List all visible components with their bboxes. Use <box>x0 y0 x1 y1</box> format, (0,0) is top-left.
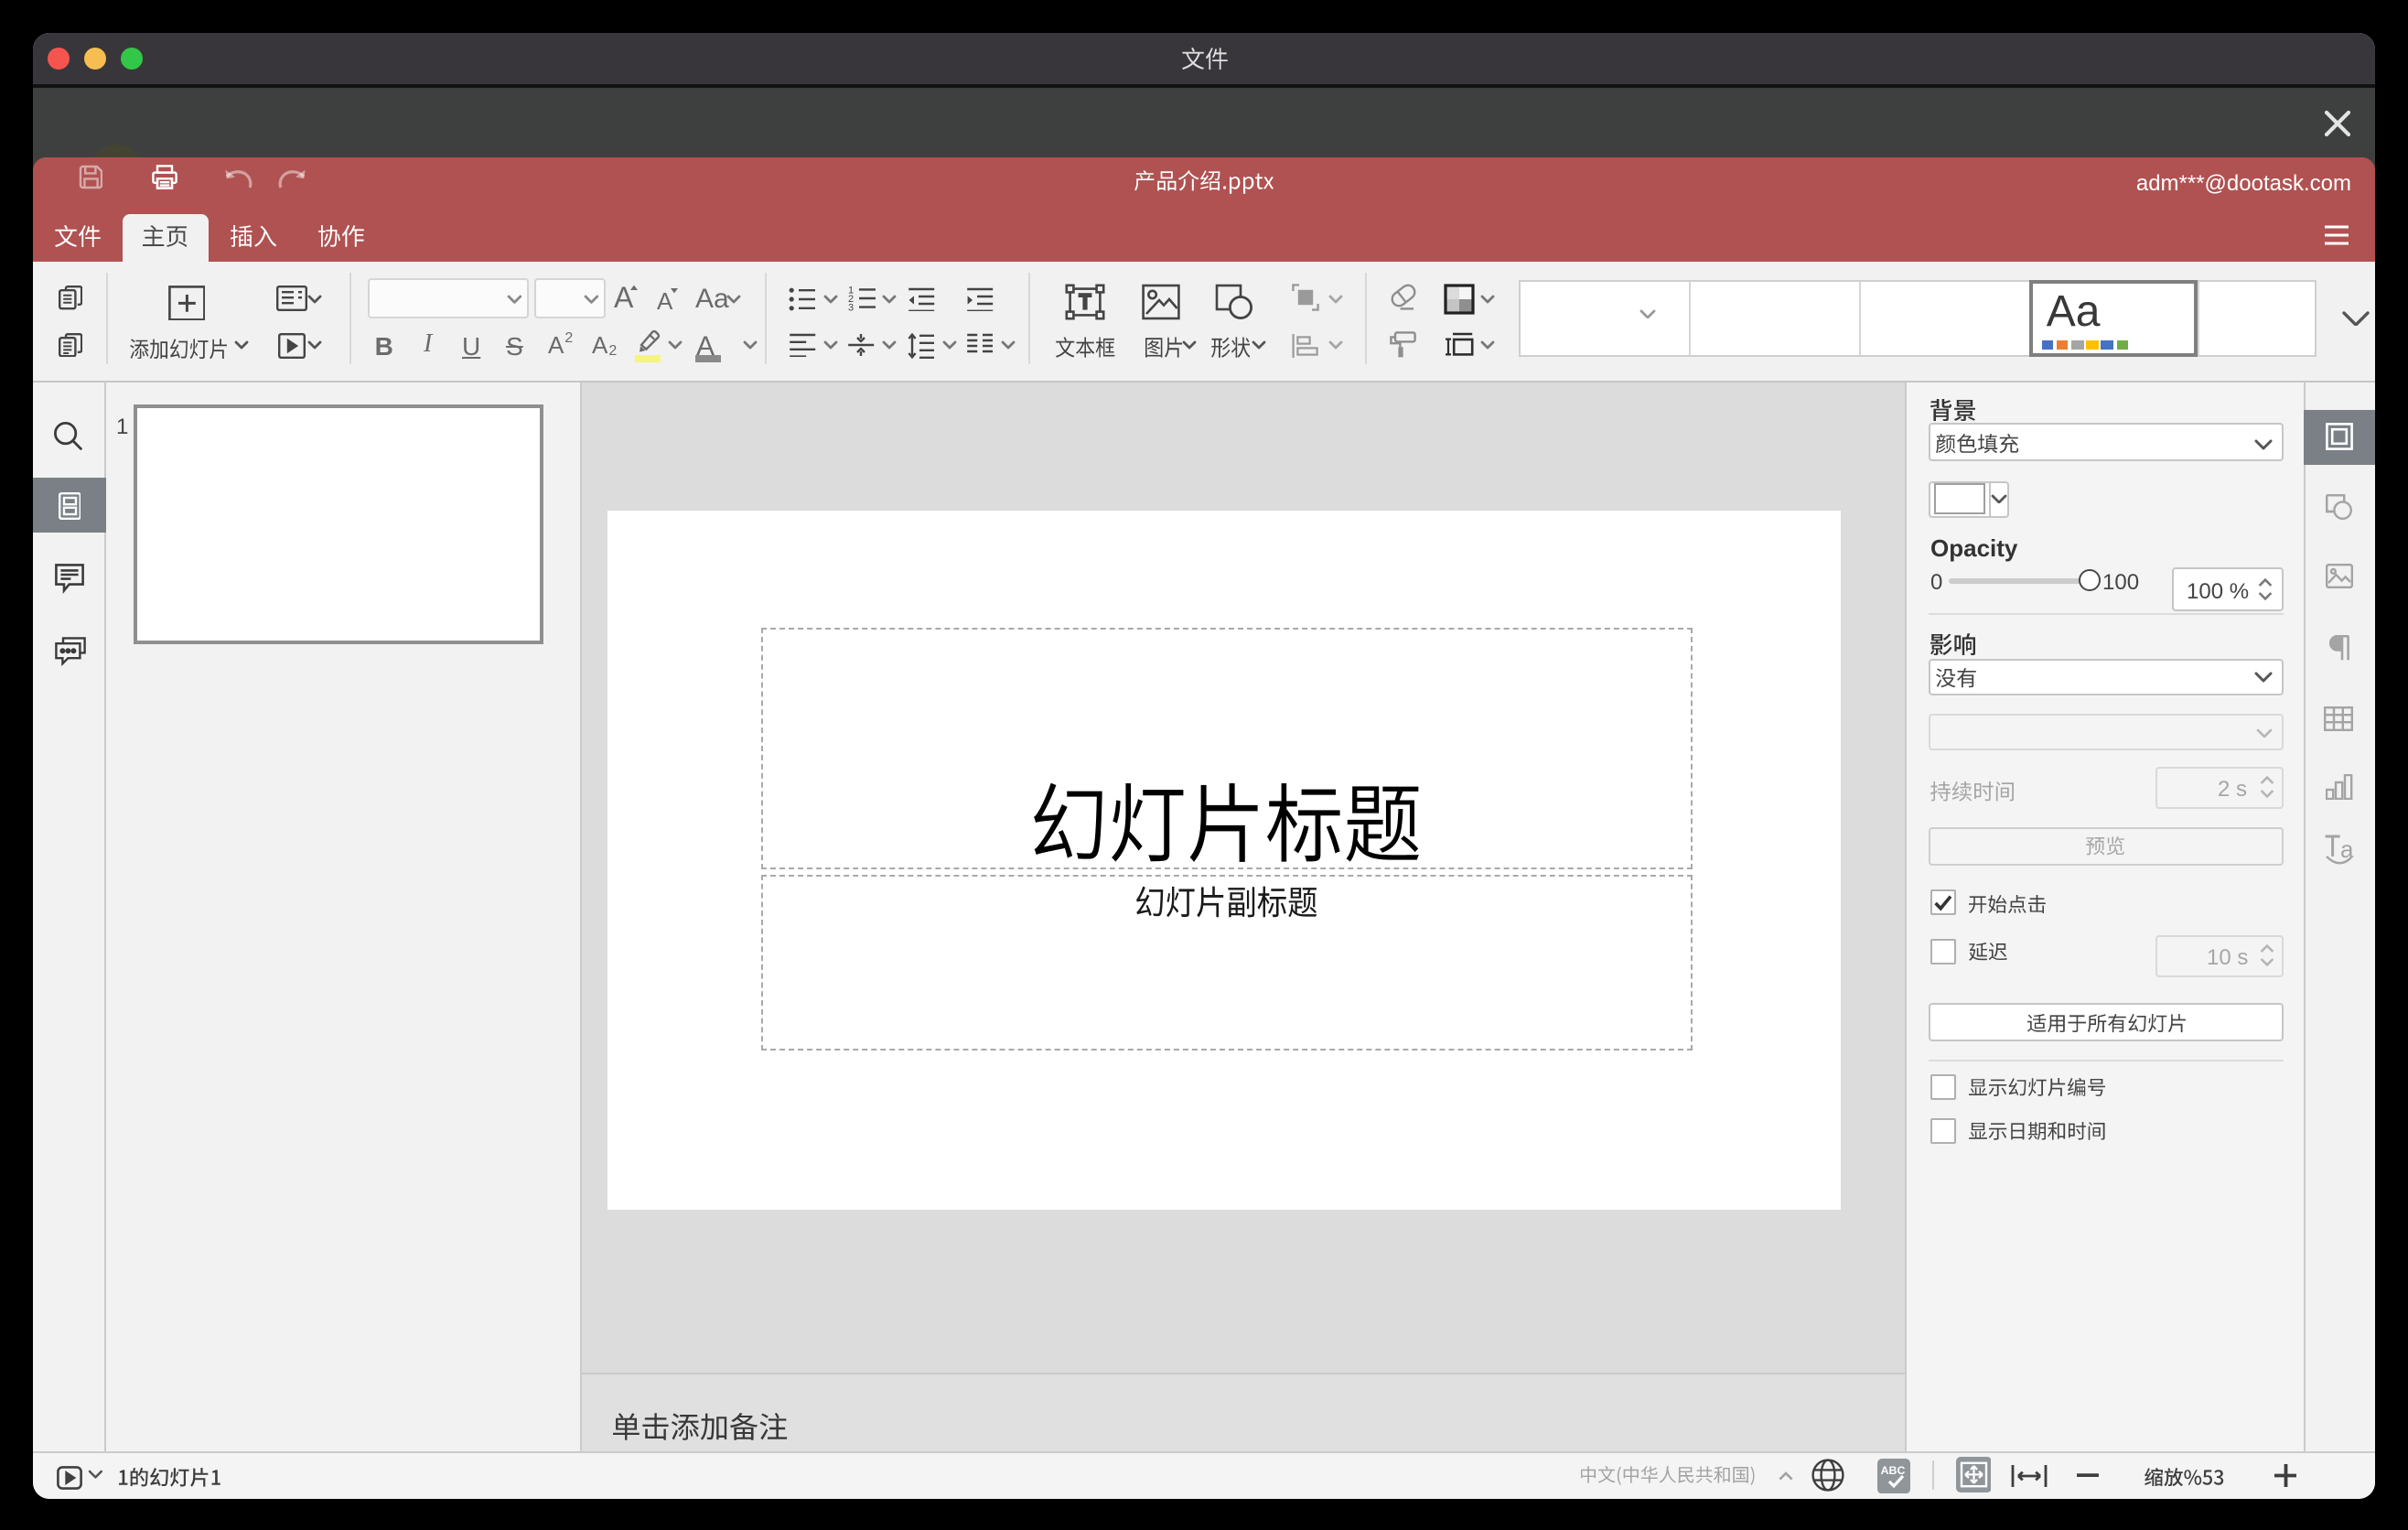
svg-text:ABC: ABC <box>1881 1463 1906 1476</box>
svg-text:a: a <box>2339 835 2353 863</box>
svg-text:3: 3 <box>847 303 853 311</box>
